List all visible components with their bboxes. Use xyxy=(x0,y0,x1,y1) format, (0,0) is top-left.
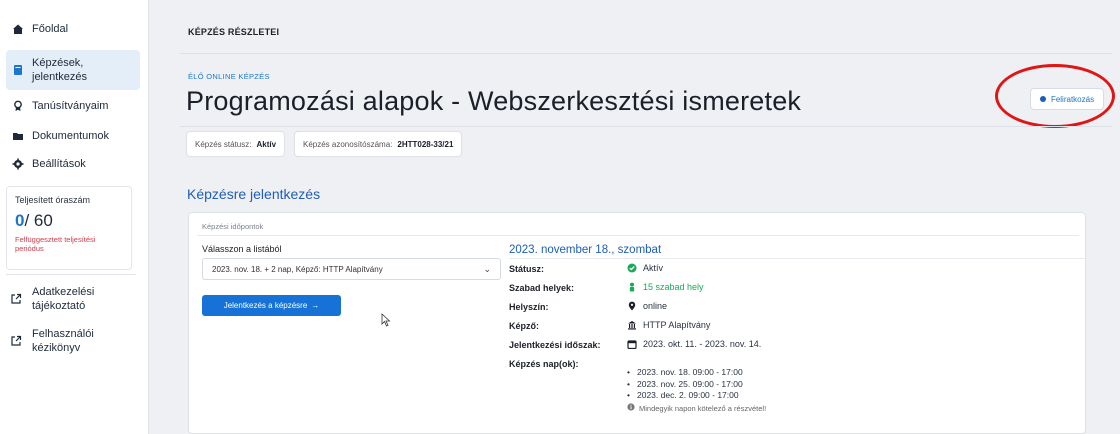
info-icon xyxy=(627,403,635,413)
status-label: Képzés státusz: xyxy=(195,139,252,149)
detail-free-places: 15 szabad hely xyxy=(627,282,704,292)
sidebar-item-label: Képzések, jelentkezés xyxy=(32,57,88,83)
list-item: • 2023. dec. 2. 09:00 - 17:00 xyxy=(627,390,739,400)
sidebar-item-trainings[interactable]: Képzések, jelentkezés xyxy=(6,50,140,90)
institution-icon xyxy=(627,320,637,330)
select-label: Válasszon a listából xyxy=(202,244,282,254)
chevron-down-icon: ⌄ xyxy=(483,263,491,274)
home-icon xyxy=(12,23,24,35)
session-days: • 2023. nov. 18. 09:00 - 17:00 • 2023. nov… xyxy=(627,367,743,402)
sidebar-link-manual[interactable]: Felhasználói kézikönyv xyxy=(10,327,140,355)
day-value: 2023. nov. 25. 09:00 - 17:00 xyxy=(637,378,743,389)
sidebar-link-label: Adatkezelési tájékoztató xyxy=(32,286,95,312)
sidebar-item-settings[interactable]: Beállítások xyxy=(6,153,140,175)
sidebar: Főoldal Képzések, jelentkezés Tanúsítván… xyxy=(0,0,149,434)
detail-label: Képző: xyxy=(509,321,539,331)
detail-value: online xyxy=(643,301,668,311)
signup-card: Képzési időpontok Válasszon a listából 2… xyxy=(188,212,1087,434)
sidebar-item-certificates[interactable]: Tanúsítványaim xyxy=(6,95,140,117)
page-title: Programozási alapok - Webszerkesztési is… xyxy=(186,86,802,116)
training-type: ÉLŐ ONLINE KÉPZÉS xyxy=(188,72,270,81)
mandatory-text: Mindegyik napon kötelező a részvétel! xyxy=(639,403,767,413)
sidebar-item-label: Beállítások xyxy=(32,158,86,170)
detail-value: HTTP Alapítvány xyxy=(643,320,711,330)
check-circle-icon xyxy=(627,263,637,273)
detail-location: online xyxy=(627,301,667,311)
list-item: • 2023. nov. 18. 09:00 - 17:00 xyxy=(627,367,743,377)
arrow-right-icon: → xyxy=(311,301,320,310)
detail-label: Jelentkezési időszak: xyxy=(509,340,601,350)
hours-note: Felfüggesztett teljesítési periódus xyxy=(15,235,96,253)
detail-value: Aktív xyxy=(643,263,664,273)
annotation-circle xyxy=(995,64,1115,128)
detail-provider: HTTP Alapítvány xyxy=(627,320,710,330)
status-value: Aktív xyxy=(256,139,277,149)
list-item: • 2023. nov. 25. 09:00 - 17:00 xyxy=(627,378,743,389)
detail-period: 2023. okt. 11. - 2023. nov. 14. xyxy=(627,339,761,349)
day-value: 2023. dec. 2. 09:00 - 17:00 xyxy=(637,390,739,400)
hours-total: / 60 xyxy=(24,211,53,230)
divider xyxy=(180,53,1112,54)
session-date: 2023. november 18., szombat xyxy=(509,244,662,256)
external-link-icon xyxy=(10,335,22,347)
sidebar-item-label: Dokumentumok xyxy=(32,130,110,142)
main-content: KÉPZÉS RÉSZLETEI ÉLŐ ONLINE KÉPZÉS Progr… xyxy=(170,0,1120,434)
status-tag: Képzés státusz: Aktív xyxy=(186,131,286,157)
id-value: 2HTT028-33/21 xyxy=(397,139,454,149)
date-select[interactable]: 2023. nov. 18. + 2 nap, Képző: HTTP Alap… xyxy=(202,258,501,280)
detail-label: Státusz: xyxy=(509,264,545,274)
hours-title: Teljesített óraszám xyxy=(15,195,91,205)
id-label: Képzés azonosítószáma: xyxy=(303,139,393,149)
apply-button[interactable]: Jelentkezés a képzésre → xyxy=(202,295,341,316)
mouse-cursor-icon xyxy=(381,313,391,327)
detail-label: Helyszín: xyxy=(509,302,549,312)
card-label: Képzési időpontok xyxy=(202,222,264,231)
apply-label: Jelentkezés a képzésre xyxy=(223,301,308,310)
detail-value: 15 szabad hely xyxy=(643,282,704,292)
select-value: 2023. nov. 18. + 2 nap, Képző: HTTP Alap… xyxy=(212,264,383,274)
sidebar-divider xyxy=(6,274,136,275)
divider xyxy=(180,126,1112,127)
detail-value: 2023. okt. 11. - 2023. nov. 14. xyxy=(643,339,762,349)
app-frame: Főoldal Képzések, jelentkezés Tanúsítván… xyxy=(0,0,1120,434)
breadcrumb: KÉPZÉS RÉSZLETEI xyxy=(188,27,280,37)
detail-label: Képzés nap(ok): xyxy=(509,359,579,369)
person-icon xyxy=(627,282,637,292)
hours-card: Teljesített óraszám 0/ 60 Felfüggesztett… xyxy=(6,186,132,270)
gear-icon xyxy=(12,158,24,170)
mandatory-note: Mindegyik napon kötelező a részvétel! xyxy=(627,403,766,413)
hours-value: 0/ 60 xyxy=(15,211,123,231)
sidebar-item-label: Főoldal xyxy=(32,23,69,35)
section-title: Képzésre jelentkezés xyxy=(187,186,321,202)
detail-label: Szabad helyek: xyxy=(509,283,575,293)
divider xyxy=(197,235,1079,236)
calendar-icon xyxy=(627,339,637,349)
sidebar-link-privacy[interactable]: Adatkezelési tájékoztató xyxy=(10,285,140,313)
location-pin-icon xyxy=(627,301,637,311)
sidebar-link-label: Felhasználói kézikönyv xyxy=(32,328,94,354)
external-link-icon xyxy=(10,293,22,305)
certificate-icon xyxy=(12,100,24,112)
sidebar-item-documents[interactable]: Dokumentumok xyxy=(6,125,140,147)
id-tag: Képzés azonosítószáma: 2HTT028-33/21 xyxy=(294,131,463,157)
divider xyxy=(509,258,1087,259)
sidebar-item-label: Tanúsítványaim xyxy=(32,100,109,112)
day-value: 2023. nov. 18. 09:00 - 17:00 xyxy=(637,367,743,377)
book-icon xyxy=(12,64,24,76)
folder-icon xyxy=(12,130,24,142)
sidebar-item-home[interactable]: Főoldal xyxy=(6,18,140,40)
detail-status: Aktív xyxy=(627,263,663,273)
